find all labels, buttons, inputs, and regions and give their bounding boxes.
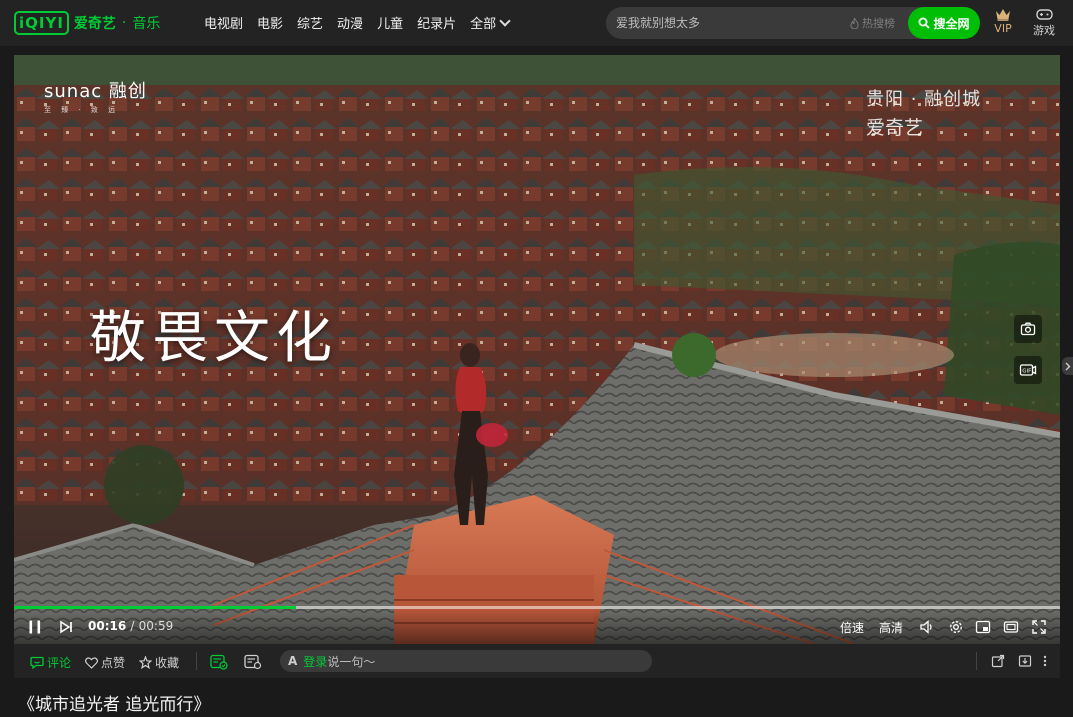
- gamepad-icon: [1035, 9, 1053, 20]
- picture-in-picture-button[interactable]: [975, 617, 991, 637]
- nav-all-label: 全部: [470, 17, 497, 32]
- pause-icon: [29, 620, 41, 634]
- favorite-button[interactable]: 收藏: [139, 654, 179, 671]
- nav-item-anime[interactable]: 动漫: [337, 13, 363, 32]
- search-bar: 热搜榜 搜全网: [606, 7, 980, 39]
- settings-button[interactable]: [948, 617, 964, 637]
- pause-button[interactable]: [26, 617, 44, 637]
- nav-item-variety[interactable]: 综艺: [297, 13, 323, 32]
- search-icon: [918, 17, 931, 29]
- comment-icon: [30, 656, 44, 669]
- search-button-label: 搜全网: [933, 16, 970, 31]
- action-divider: [196, 652, 197, 670]
- time-separator: /: [130, 619, 135, 633]
- vip-link[interactable]: VIP: [990, 8, 1016, 35]
- comment-label: 评论: [47, 656, 72, 670]
- next-icon: [60, 620, 72, 634]
- volume-button[interactable]: [919, 617, 935, 637]
- game-label: 游戏: [1033, 24, 1055, 37]
- iqiyi-logo-mark: iQIYI: [14, 11, 69, 35]
- like-button[interactable]: 点赞: [85, 654, 125, 671]
- heart-icon: [85, 656, 98, 669]
- site-logo[interactable]: iQIYI 爱奇艺 · 音乐: [14, 9, 160, 37]
- video-caption: 敬畏文化: [90, 306, 338, 371]
- brand-separator: ·: [121, 15, 127, 31]
- more-icon: [1043, 655, 1047, 667]
- share-icon: [991, 654, 1005, 668]
- download-button[interactable]: [1018, 654, 1035, 668]
- fire-icon: [850, 17, 859, 29]
- nav-item-kids[interactable]: 儿童: [377, 13, 403, 32]
- side-panel-toggle[interactable]: [1062, 357, 1073, 375]
- search-input[interactable]: [616, 7, 836, 39]
- camera-icon: [1020, 322, 1036, 336]
- more-button[interactable]: [1042, 654, 1051, 668]
- hot-search-label: 热搜榜: [862, 17, 895, 30]
- action-divider: [976, 652, 977, 670]
- channel-name: 音乐: [132, 16, 161, 32]
- sponsor-brand: sunac 融创: [44, 81, 147, 102]
- nav-item-all[interactable]: 全部: [470, 13, 511, 32]
- crown-icon: [996, 9, 1010, 21]
- pip-icon: [975, 620, 991, 634]
- star-icon: [139, 656, 152, 669]
- search-button[interactable]: 搜全网: [908, 7, 980, 39]
- gif-icon: GIF: [1019, 364, 1037, 376]
- playback-time: 00:16 / 00:59: [88, 619, 173, 633]
- widescreen-icon: [1003, 621, 1019, 633]
- danmaku-toggle[interactable]: [210, 654, 231, 670]
- favorite-label: 收藏: [155, 656, 180, 670]
- quality-button[interactable]: 高清: [879, 617, 903, 637]
- brand-name: 爱奇艺: [73, 16, 116, 32]
- watermark-logo: 爱奇艺: [866, 117, 924, 139]
- current-time: 00:16: [88, 619, 127, 633]
- screenshot-button[interactable]: [1014, 315, 1042, 343]
- playback-speed-button[interactable]: 倍速: [840, 617, 864, 637]
- share-button[interactable]: [991, 654, 1008, 668]
- chevron-down-icon: [499, 14, 511, 27]
- font-style-toggle[interactable]: A: [288, 654, 297, 668]
- gif-capture-button[interactable]: GIF: [1014, 356, 1042, 384]
- download-icon: [1018, 655, 1032, 667]
- comment-button[interactable]: 评论: [30, 654, 71, 671]
- sponsor-watermark: sunac 融创 至 臻 · 致 远: [44, 77, 147, 115]
- fullscreen-icon: [1032, 620, 1046, 634]
- fullscreen-button[interactable]: [1031, 617, 1047, 637]
- next-button[interactable]: [58, 617, 74, 637]
- video-player[interactable]: sunac 融创 至 臻 · 致 远 贵阳 · 融创城 爱奇艺 敬畏文化 GIF…: [14, 55, 1060, 644]
- svg-text:GIF: GIF: [1022, 369, 1031, 375]
- settings-icon: [950, 621, 962, 633]
- game-link[interactable]: 游戏: [1030, 8, 1058, 38]
- danmaku-input[interactable]: A 登录 说一句～: [280, 650, 652, 672]
- hot-search-link[interactable]: 热搜榜: [850, 15, 895, 31]
- danmaku-icon: [210, 654, 228, 670]
- chevron-right-icon: [1065, 362, 1070, 370]
- danmaku-hint: 说一句～: [327, 654, 376, 669]
- like-label: 点赞: [101, 656, 126, 670]
- main-nav: 电视剧 电影 综艺 动漫 儿童 纪录片 全部: [204, 13, 523, 32]
- vip-label: VIP: [994, 22, 1012, 35]
- widescreen-button[interactable]: [1003, 617, 1019, 637]
- sponsor-tagline: 至 臻 · 致 远: [44, 106, 120, 114]
- danmaku-settings-icon: [244, 654, 262, 670]
- watermark-city: 贵阳 · 融创城: [866, 89, 982, 110]
- video-action-bar: 评论 点赞 收藏 A 登录 说一句～: [14, 644, 1060, 678]
- speed-label: 倍速: [840, 620, 865, 635]
- nav-item-tv[interactable]: 电视剧: [204, 13, 243, 32]
- duration: 00:59: [138, 619, 174, 633]
- danmaku-settings-button[interactable]: [244, 654, 265, 670]
- volume-icon: [920, 620, 932, 634]
- nav-item-documentary[interactable]: 纪录片: [417, 13, 456, 32]
- top-navigation-bar: iQIYI 爱奇艺 · 音乐 电视剧 电影 综艺 动漫 儿童 纪录片 全部 热搜…: [0, 0, 1073, 46]
- nav-item-movie[interactable]: 电影: [257, 13, 283, 32]
- video-title: 《城市追光者 追光而行》: [18, 695, 211, 715]
- login-link[interactable]: 登录: [303, 653, 327, 670]
- quality-label: 高清: [879, 620, 904, 635]
- iqiyi-watermark: 贵阳 · 融创城 爱奇艺: [866, 85, 981, 140]
- player-control-bar: 00:16 / 00:59 倍速 高清: [14, 609, 1060, 644]
